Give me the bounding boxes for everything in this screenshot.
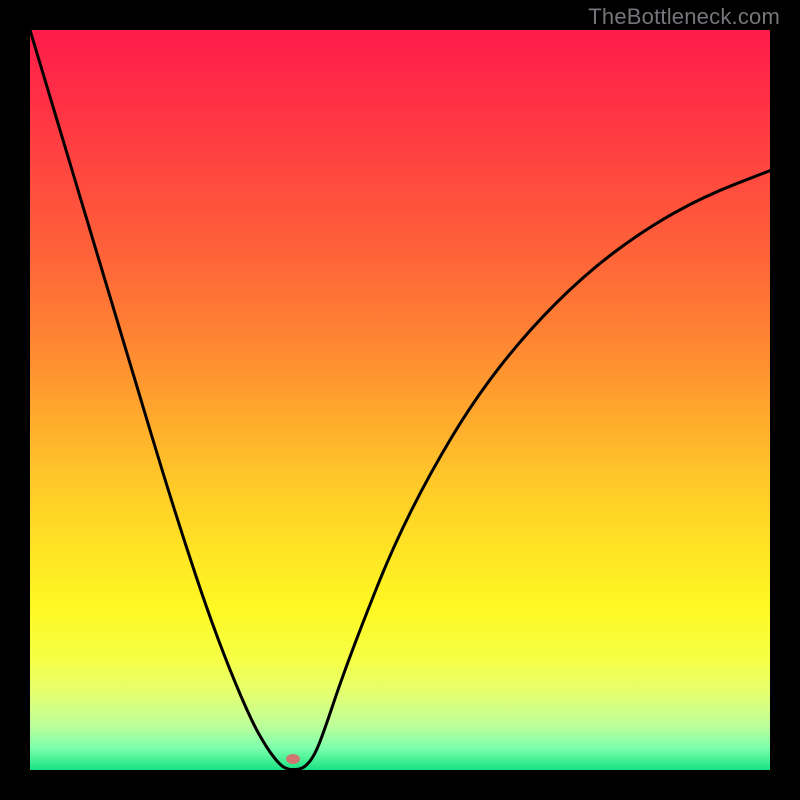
plot-area — [30, 30, 770, 770]
minimum-marker — [286, 754, 300, 764]
chart-frame: TheBottleneck.com — [0, 0, 800, 800]
v-curve — [30, 30, 770, 770]
watermark-text: TheBottleneck.com — [588, 4, 780, 30]
